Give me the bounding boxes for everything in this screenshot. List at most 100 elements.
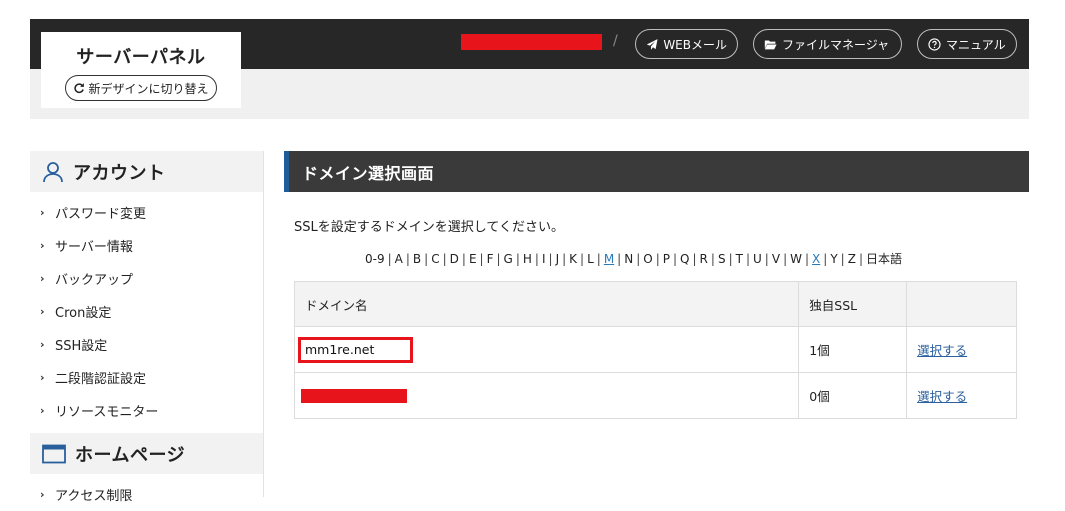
sidebar-item-password[interactable]: › パスワード変更	[30, 196, 263, 229]
chevron-right-icon: ›	[40, 338, 45, 351]
sidebar-item-label: アクセス制限	[55, 489, 133, 504]
chevron-right-icon: ›	[40, 239, 45, 252]
table-header-row: ドメイン名 独自SSL	[293, 281, 1017, 327]
alphabet-filter-item[interactable]: Z	[848, 252, 856, 266]
refresh-icon	[74, 83, 85, 94]
alphabet-filter-item[interactable]: L	[587, 252, 594, 266]
alphabet-filter-item[interactable]: D	[450, 252, 459, 266]
alphabet-filter: 0-9 | A | B | C | D | E | F | G | H | I | J | K | L | M | N | O | P | Q | R |…	[365, 250, 902, 267]
question-circle-icon	[928, 37, 941, 51]
sidebar-item-label: パスワード変更	[55, 207, 147, 222]
alphabet-filter-item[interactable]: R	[700, 252, 708, 266]
chevron-right-icon: ›	[40, 206, 45, 219]
file-manager-button[interactable]: ファイルマネージャ	[753, 29, 902, 59]
domain-table: ドメイン名 独自SSL mm1re.net 1個 選択する 0個 選択する	[293, 281, 1017, 419]
sidebar-item-label: SSH設定	[55, 339, 108, 354]
alphabet-separator: |	[728, 252, 733, 266]
sidebar-item-server-info[interactable]: › サーバー情報	[30, 229, 263, 262]
alphabet-filter-item[interactable]: T	[736, 252, 743, 266]
redacted-domain-name	[301, 389, 407, 403]
alphabet-filter-item[interactable]: S	[718, 252, 726, 266]
sidebar-item-cron[interactable]: › Cron設定	[30, 295, 263, 328]
alphabet-separator: |	[823, 252, 828, 266]
sidebar-heading-account: アカウント	[30, 151, 263, 192]
alphabet-filter-item[interactable]: V	[772, 252, 780, 266]
alphabet-separator: |	[596, 252, 601, 266]
manual-label: マニュアル	[946, 37, 1006, 52]
alphabet-filter-item[interactable]: C	[431, 252, 439, 266]
alphabet-filter-item[interactable]: W	[790, 252, 802, 266]
domain-name: mm1re.net	[298, 336, 414, 363]
ssl-count-cell: 0個	[798, 372, 908, 419]
action-cell: 選択する	[906, 372, 1017, 419]
alphabet-separator: |	[673, 252, 678, 266]
chevron-right-icon: ›	[40, 488, 45, 501]
alphabet-filter-item[interactable]: H	[523, 252, 532, 266]
alphabet-filter-item[interactable]: 日本語	[866, 252, 902, 266]
sidebar-heading-account-label: アカウント	[73, 162, 166, 184]
alphabet-separator: |	[548, 252, 553, 266]
redacted-username	[461, 34, 602, 50]
alphabet-separator: |	[692, 252, 697, 266]
alphabet-filter-item[interactable]: G	[504, 252, 513, 266]
alphabet-filter-item[interactable]: M	[604, 252, 614, 266]
sidebar-item-resource-monitor[interactable]: › リソースモニター	[30, 394, 263, 427]
webmail-button[interactable]: WEBメール	[635, 29, 738, 59]
alphabet-filter-item[interactable]: Q	[680, 252, 689, 266]
sidebar: アカウント › パスワード変更 › サーバー情報 › バックアップ › Cron設定 ›…	[30, 151, 264, 504]
alphabet-separator: |	[405, 252, 410, 266]
alphabet-filter-item[interactable]: 0-9	[365, 252, 385, 266]
manual-button[interactable]: マニュアル	[917, 29, 1017, 59]
sidebar-item-label: バックアップ	[55, 273, 134, 288]
alphabet-separator: |	[580, 252, 585, 266]
chevron-right-icon: ›	[40, 272, 45, 285]
alphabet-filter-item[interactable]: B	[413, 252, 421, 266]
sidebar-item-label: 二段階認証設定	[55, 372, 147, 387]
alphabet-separator: |	[804, 252, 810, 266]
select-domain-link[interactable]: 選択する	[917, 343, 967, 358]
alphabet-separator: |	[387, 252, 392, 266]
file-manager-label: ファイルマネージャ	[782, 37, 890, 52]
send-icon	[646, 38, 658, 50]
alphabet-separator: |	[617, 252, 622, 266]
alphabet-separator: |	[840, 252, 845, 266]
sidebar-item-label: Cron設定	[55, 306, 112, 321]
table-row: mm1re.net 1個 選択する	[293, 326, 1017, 373]
browser-window-icon	[42, 444, 66, 463]
domain-cell	[293, 372, 800, 419]
table-row: 0個 選択する	[293, 372, 1017, 419]
chevron-right-icon: ›	[40, 305, 45, 318]
select-domain-link[interactable]: 選択する	[917, 389, 967, 404]
alphabet-filter-item[interactable]: O	[643, 252, 652, 266]
alphabet-filter-item[interactable]: P	[663, 252, 670, 266]
alphabet-filter-item[interactable]: A	[395, 252, 403, 266]
alphabet-separator: |	[636, 252, 641, 266]
sidebar-item-label: サーバー情報	[55, 240, 133, 255]
column-header-ssl: 独自SSL	[798, 281, 908, 327]
sidebar-item-ssh[interactable]: › SSH設定	[30, 328, 263, 361]
sidebar-heading-homepage: ホームページ	[30, 433, 263, 474]
alphabet-separator: |	[783, 252, 788, 266]
column-header-domain: ドメイン名	[293, 281, 800, 327]
alphabet-filter-item[interactable]: Y	[830, 252, 837, 266]
alphabet-filter-item[interactable]: I	[542, 252, 546, 266]
header-separator: /	[613, 33, 618, 49]
alphabet-separator: |	[479, 252, 484, 266]
alphabet-separator: |	[424, 252, 429, 266]
alphabet-filter-item[interactable]: U	[753, 252, 762, 266]
alphabet-filter-item[interactable]: N	[624, 252, 633, 266]
logo-title: サーバーパネル	[76, 47, 206, 68]
alphabet-separator: |	[655, 252, 660, 266]
sidebar-item-two-factor[interactable]: › 二段階認証設定	[30, 361, 263, 394]
alphabet-separator: |	[442, 252, 447, 266]
alphabet-separator: |	[562, 252, 567, 266]
sidebar-item-backup[interactable]: › バックアップ	[30, 262, 263, 295]
folder-open-icon	[764, 39, 777, 49]
alphabet-filter-item[interactable]: K	[569, 252, 577, 266]
design-switch-button[interactable]: 新デザインに切り替え	[65, 75, 217, 101]
action-cell: 選択する	[906, 326, 1017, 373]
alphabet-separator: |	[515, 252, 520, 266]
alphabet-filter-item[interactable]: E	[469, 252, 477, 266]
chevron-right-icon: ›	[40, 404, 45, 417]
sidebar-item-access-restriction[interactable]: › アクセス制限	[30, 478, 263, 511]
